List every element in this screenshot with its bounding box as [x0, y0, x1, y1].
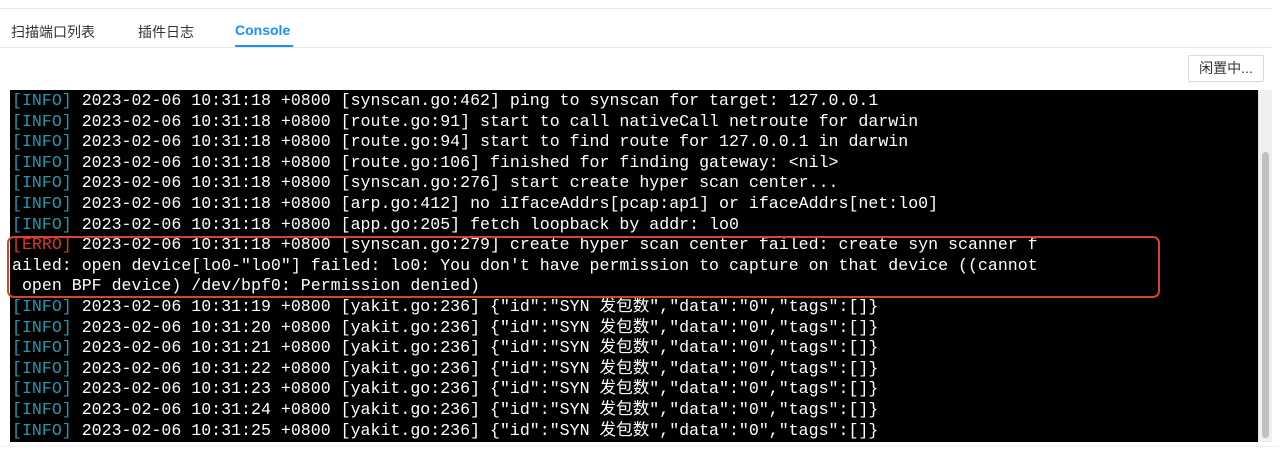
log-level-info: [INFO] — [12, 296, 72, 316]
scrollbar-thumb[interactable] — [1262, 152, 1269, 438]
log-line: [INFO] 2023-02-06 10:31:18 +0800 [arp.go… — [10, 194, 1258, 215]
log-level-info: [INFO] — [12, 338, 72, 358]
log-line: [INFO] 2023-02-06 10:31:24 +0800 [yakit.… — [10, 400, 1258, 421]
log-level-info: [INFO] — [12, 173, 72, 193]
log-message: ailed: open device[lo0-"lo0"] failed: lo… — [12, 255, 1038, 275]
log-line: [INFO] 2023-02-06 10:31:18 +0800 [app.go… — [10, 215, 1258, 236]
log-message: 2023-02-06 10:31:21 +0800 [yakit.go:236]… — [71, 338, 879, 358]
log-line: [INFO] 2023-02-06 10:31:18 +0800 [synsca… — [10, 91, 1258, 112]
log-message: 2023-02-06 10:31:18 +0800 [arp.go:412] n… — [71, 193, 939, 213]
log-message: 2023-02-06 10:31:25 +0800 [yakit.go:236]… — [71, 420, 879, 440]
log-line: ailed: open device[lo0-"lo0"] failed: lo… — [10, 256, 1258, 277]
log-message: 2023-02-06 10:31:18 +0800 [synscan.go:27… — [71, 235, 1038, 255]
log-message: 2023-02-06 10:31:18 +0800 [synscan.go:46… — [71, 91, 879, 110]
log-message: 2023-02-06 10:31:24 +0800 [yakit.go:236]… — [71, 399, 879, 419]
console-scrollbar[interactable] — [1258, 90, 1272, 442]
console-output[interactable]: [INFO] 2023-02-06 10:31:18 +0800 [synsca… — [10, 90, 1272, 442]
log-line: [INFO] 2023-02-06 10:31:19 +0800 [yakit.… — [10, 297, 1258, 318]
log-line: open BPF device) /dev/bpf0: Permission d… — [10, 276, 1258, 297]
console-log-list: [INFO] 2023-02-06 10:31:18 +0800 [synsca… — [10, 91, 1258, 442]
log-line: [INFO] 2023-02-06 10:31:18 +0800 [synsca… — [10, 173, 1258, 194]
log-level-info: [INFO] — [12, 358, 72, 378]
log-line: [INFO] 2023-02-06 10:31:21 +0800 [yakit.… — [10, 338, 1258, 359]
bottom-divider — [0, 446, 1280, 447]
tab-plugin-log[interactable]: 插件日志 — [138, 22, 194, 42]
log-level-info: [INFO] — [12, 214, 72, 234]
log-level-info: [INFO] — [12, 91, 72, 110]
log-message: 2023-02-06 10:31:18 +0800 [app.go:205] f… — [71, 214, 739, 234]
log-message: 2023-02-06 10:31:18 +0800 [route.go:91] … — [71, 111, 919, 131]
log-message: 2023-02-06 10:31:22 +0800 [yakit.go:236]… — [71, 358, 879, 378]
active-tab-indicator — [235, 45, 293, 47]
log-line: [ERRO] 2023-02-06 10:31:18 +0800 [synsca… — [10, 235, 1258, 256]
log-level-info: [INFO] — [12, 317, 72, 337]
log-level-error: [ERRO] — [12, 235, 72, 255]
log-level-info: [INFO] — [12, 379, 72, 399]
log-level-info: [INFO] — [12, 193, 72, 213]
log-line: [INFO] 2023-02-06 10:31:23 +0800 [yakit.… — [10, 379, 1258, 400]
log-line: [INFO] 2023-02-06 10:31:18 +0800 [route.… — [10, 132, 1258, 153]
top-divider — [0, 8, 1272, 9]
tab-scan-port-list[interactable]: 扫描端口列表 — [11, 22, 95, 42]
log-level-info: [INFO] — [12, 420, 72, 440]
log-message: 2023-02-06 10:31:23 +0800 [yakit.go:236]… — [71, 379, 879, 399]
log-message: 2023-02-06 10:31:20 +0800 [yakit.go:236]… — [71, 317, 879, 337]
log-line: [INFO] 2023-02-06 10:31:20 +0800 [yakit.… — [10, 318, 1258, 339]
idle-status-button[interactable]: 闲置中... — [1188, 55, 1264, 82]
log-level-info: [INFO] — [12, 152, 72, 172]
log-message: 2023-02-06 10:31:19 +0800 [yakit.go:236]… — [71, 296, 879, 316]
log-line: [INFO] 2023-02-06 10:31:18 +0800 [route.… — [10, 153, 1258, 174]
tab-bar: 扫描端口列表 插件日志 Console — [0, 14, 1272, 48]
log-line: [INFO] 2023-02-06 10:31:18 +0800 [route.… — [10, 112, 1258, 133]
log-message: 2023-02-06 10:31:18 +0800 [route.go:106]… — [71, 152, 839, 172]
tab-console[interactable]: Console — [235, 22, 290, 38]
log-message: open BPF device) /dev/bpf0: Permission d… — [12, 276, 481, 296]
log-level-info: [INFO] — [12, 111, 72, 131]
log-line: [INFO] 2023-02-06 10:31:25 +0800 [yakit.… — [10, 421, 1258, 442]
log-line: [INFO] 2023-02-06 10:31:22 +0800 [yakit.… — [10, 359, 1258, 380]
log-level-info: [INFO] — [12, 132, 72, 152]
log-message: 2023-02-06 10:31:18 +0800 [synscan.go:27… — [71, 173, 839, 193]
log-message: 2023-02-06 10:31:18 +0800 [route.go:94] … — [71, 132, 909, 152]
log-level-info: [INFO] — [12, 399, 72, 419]
